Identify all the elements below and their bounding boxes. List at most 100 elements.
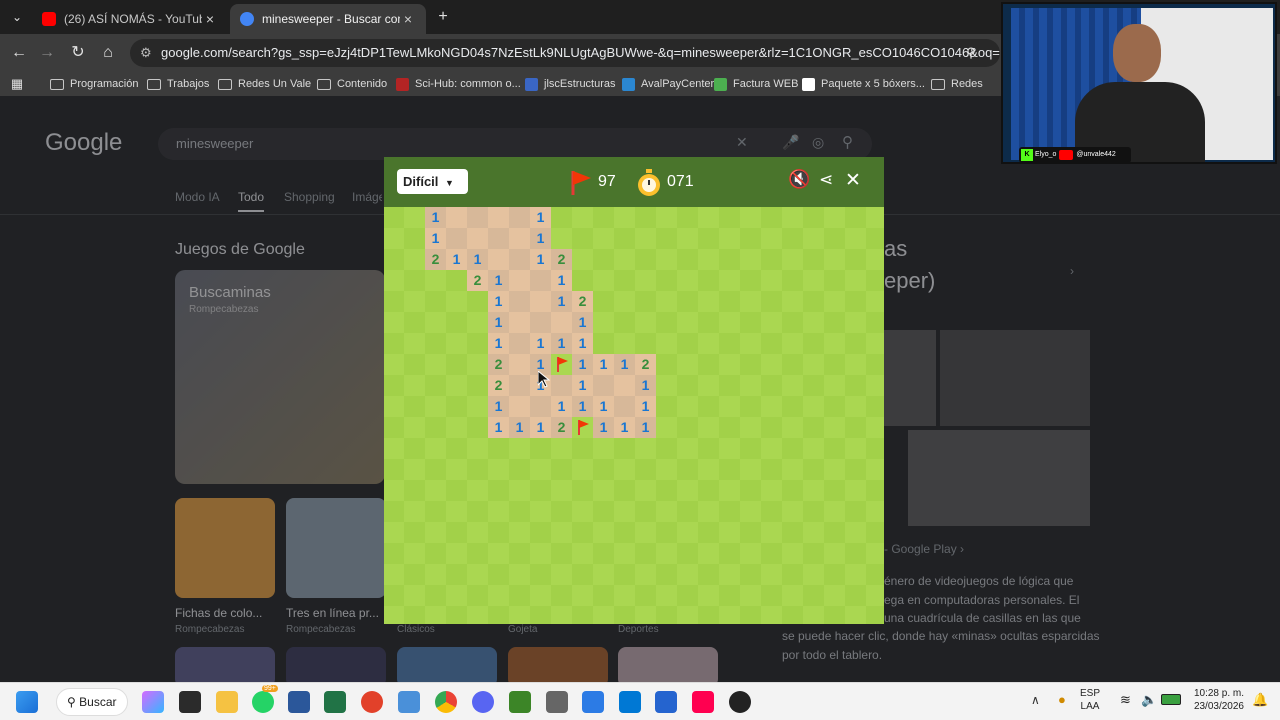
covered-cell[interactable] [782,459,803,480]
covered-cell[interactable] [824,459,845,480]
covered-cell[interactable] [593,459,614,480]
covered-cell[interactable] [677,333,698,354]
covered-cell[interactable] [782,207,803,228]
covered-cell[interactable] [824,207,845,228]
covered-cell[interactable] [551,438,572,459]
covered-cell[interactable] [404,291,425,312]
covered-cell[interactable] [635,564,656,585]
covered-cell[interactable] [467,396,488,417]
covered-cell[interactable] [698,564,719,585]
game-card-thumb[interactable] [618,647,718,682]
covered-cell[interactable] [824,249,845,270]
obs-icon[interactable] [729,691,751,713]
covered-cell[interactable] [698,333,719,354]
covered-cell[interactable] [425,354,446,375]
covered-cell[interactable] [551,228,572,249]
covered-cell[interactable] [446,564,467,585]
covered-cell[interactable] [782,480,803,501]
covered-cell[interactable] [719,333,740,354]
covered-cell[interactable] [677,396,698,417]
covered-cell[interactable] [572,228,593,249]
covered-cell[interactable] [740,480,761,501]
covered-cell[interactable] [614,606,635,624]
covered-cell[interactable] [446,585,467,606]
covered-cell[interactable] [761,606,782,624]
covered-cell[interactable] [509,543,530,564]
covered-cell[interactable] [698,312,719,333]
covered-cell[interactable] [761,501,782,522]
covered-cell[interactable] [446,438,467,459]
covered-cell[interactable] [824,564,845,585]
forward-button[interactable]: → [36,42,58,64]
covered-cell[interactable] [845,375,866,396]
covered-cell[interactable] [698,459,719,480]
tab-minesweeper-search[interactable]: minesweeper - Buscar con Goo × [230,4,426,34]
covered-cell[interactable] [803,543,824,564]
covered-cell[interactable] [467,438,488,459]
covered-cell[interactable] [719,396,740,417]
covered-cell[interactable] [866,354,884,375]
covered-cell[interactable] [635,312,656,333]
covered-cell[interactable] [803,228,824,249]
back-button[interactable]: ← [8,42,30,64]
covered-cell[interactable] [698,375,719,396]
covered-cell[interactable] [824,354,845,375]
covered-cell[interactable] [761,312,782,333]
covered-cell[interactable] [593,438,614,459]
covered-cell[interactable] [509,522,530,543]
covered-cell[interactable] [761,228,782,249]
covered-cell[interactable] [719,438,740,459]
filter-all[interactable]: Todo [238,190,265,212]
covered-cell[interactable] [635,438,656,459]
covered-cell[interactable] [404,228,425,249]
game-card-thumb[interactable] [286,498,386,598]
covered-cell[interactable] [551,480,572,501]
covered-cell[interactable] [404,375,425,396]
covered-cell[interactable] [551,543,572,564]
covered-cell[interactable] [593,207,614,228]
covered-cell[interactable] [384,459,404,480]
covered-cell[interactable] [740,459,761,480]
covered-cell[interactable] [551,606,572,624]
covered-cell[interactable] [593,522,614,543]
covered-cell[interactable] [593,249,614,270]
covered-cell[interactable] [740,228,761,249]
covered-cell[interactable] [551,501,572,522]
covered-cell[interactable] [782,291,803,312]
covered-cell[interactable] [446,459,467,480]
clock[interactable]: 10:28 p. m. 23/03/2026 [1190,687,1244,713]
covered-cell[interactable] [656,606,677,624]
covered-cell[interactable] [845,417,866,438]
covered-cell[interactable] [698,207,719,228]
covered-cell[interactable] [384,207,404,228]
covered-cell[interactable] [719,417,740,438]
covered-cell[interactable] [677,249,698,270]
covered-cell[interactable] [530,459,551,480]
covered-cell[interactable] [782,270,803,291]
covered-cell[interactable] [635,291,656,312]
covered-cell[interactable] [614,312,635,333]
covered-cell[interactable] [509,501,530,522]
chrome-icon[interactable] [435,691,457,713]
covered-cell[interactable] [824,417,845,438]
show-hidden-icons-icon[interactable]: ∧ [1031,693,1040,707]
covered-cell[interactable] [677,270,698,291]
covered-cell[interactable] [635,270,656,291]
bookmark-site[interactable]: Sci-Hub: common o... [396,74,521,94]
apps-grid-icon[interactable]: ▦ [6,73,28,95]
covered-cell[interactable] [384,312,404,333]
microphone-app-icon[interactable] [546,691,568,713]
covered-cell[interactable] [866,606,884,624]
game-card-thumb[interactable] [175,647,275,682]
covered-cell[interactable] [384,585,404,606]
covered-cell[interactable] [866,543,884,564]
new-tab-button[interactable]: + [432,6,454,28]
covered-cell[interactable] [677,312,698,333]
covered-cell[interactable] [467,480,488,501]
covered-cell[interactable] [719,564,740,585]
excel-icon[interactable] [324,691,346,713]
covered-cell[interactable] [425,459,446,480]
covered-cell[interactable] [635,606,656,624]
covered-cell[interactable] [845,585,866,606]
covered-cell[interactable] [803,207,824,228]
